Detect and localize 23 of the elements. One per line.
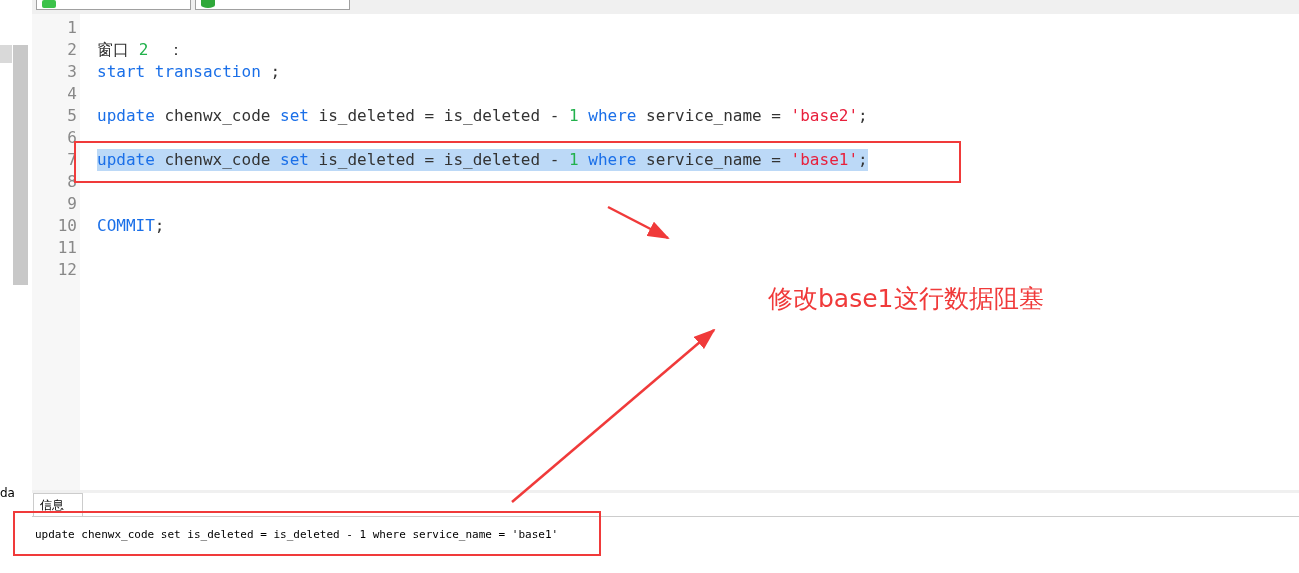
code-editor[interactable]	[32, 14, 1299, 490]
code-line: update chenwx_code set is_deleted = is_deleted - 1 where service_name = 'base2';	[97, 105, 868, 127]
line-number: 10	[56, 215, 78, 237]
annotation-text: 修改base1这行数据阻塞	[768, 283, 1044, 315]
info-tab[interactable]: 信息	[33, 493, 83, 516]
line-number: 6	[66, 127, 78, 149]
scrollbar-thumb[interactable]	[13, 45, 28, 285]
line-number: 5	[66, 105, 78, 127]
line-number: 9	[66, 193, 78, 215]
line-number: 1	[66, 17, 78, 39]
database-icon	[201, 0, 215, 8]
message-text: update chenwx_code set is_deleted = is_deleted - 1 where service_name = 'base1'	[35, 528, 559, 541]
panel-text: da	[0, 486, 15, 500]
line-number: 12	[56, 259, 78, 281]
code-line: COMMIT;	[97, 215, 165, 237]
scrollbar-thumb[interactable]	[0, 45, 12, 63]
line-number: 11	[56, 237, 78, 259]
code-line: 窗口 2 ：	[97, 39, 184, 61]
arrow	[607, 205, 670, 240]
code-line: start transaction ;	[97, 61, 281, 83]
line-number: 2	[66, 39, 78, 61]
line-number: 3	[66, 61, 78, 83]
line-number: 4	[66, 83, 78, 105]
